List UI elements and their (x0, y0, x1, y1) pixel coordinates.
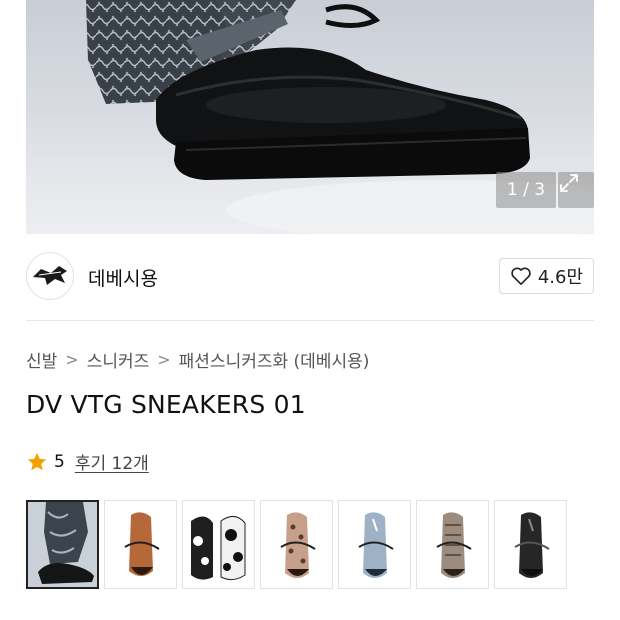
thumb-snake-image (417, 501, 488, 588)
thumbnail-5[interactable] (338, 500, 411, 589)
thumbnail-1[interactable] (26, 500, 99, 589)
breadcrumb: 신발 > 스니커즈 > 패션스니커즈화 (데베시용) (26, 347, 369, 372)
expand-button[interactable] (558, 172, 594, 208)
thumb-light-blue-image (339, 501, 410, 588)
product-title: DV VTG SNEAKERS 01 (26, 390, 306, 419)
thumbnail-strip (26, 500, 567, 589)
shop-name[interactable]: 데베시용 (88, 264, 158, 291)
image-counter-text: 1 / 3 (506, 180, 546, 200)
thumbnail-7[interactable] (494, 500, 567, 589)
like-count: 4.6만 (537, 267, 583, 288)
star-icon (27, 452, 47, 470)
thumbnail-4[interactable] (260, 500, 333, 589)
thumbnail-6[interactable] (416, 500, 489, 589)
shop-avatar[interactable] (26, 252, 74, 300)
divider (26, 320, 594, 321)
image-counter: 1 / 3 (496, 172, 556, 208)
thumbnail-2[interactable] (104, 500, 177, 589)
heart-icon (511, 267, 531, 285)
expand-icon (560, 174, 578, 192)
product-image-gallery[interactable]: 1 / 3 (0, 0, 620, 234)
thumb-cow-print-image (183, 501, 254, 588)
thumb-black-low-image (495, 501, 566, 588)
breadcrumb-item-sneakers[interactable]: 스니커즈 (87, 347, 150, 372)
shop-row: 데베시용 4.6만 (26, 250, 594, 306)
thumb-brown-image (105, 501, 176, 588)
rating-value: 5 (54, 451, 65, 472)
thumb-leopard-image (261, 501, 332, 588)
chevron-right-icon: > (157, 350, 171, 369)
breadcrumb-item-fashion-sneakers[interactable]: 패션스니커즈화 (데베시용) (179, 347, 370, 372)
breadcrumb-item-shoes[interactable]: 신발 (26, 347, 57, 372)
bird-logo-icon (33, 266, 67, 285)
like-button[interactable]: 4.6만 (498, 258, 594, 294)
thumb-black-high-image (28, 502, 97, 587)
rating-row: 5 후기 12개 (26, 449, 149, 474)
review-link[interactable]: 후기 12개 (75, 449, 149, 474)
chevron-right-icon: > (65, 350, 79, 369)
thumbnail-3[interactable] (182, 500, 255, 589)
